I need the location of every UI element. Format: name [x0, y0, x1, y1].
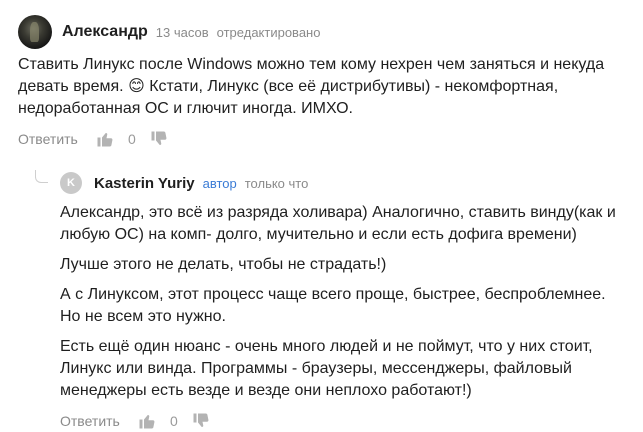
- thumbs-up-icon[interactable]: [138, 412, 156, 430]
- like-count: 0: [127, 131, 136, 147]
- author-name[interactable]: Александр: [62, 23, 148, 41]
- thumbs-down-icon[interactable]: [150, 130, 168, 148]
- avatar[interactable]: K: [60, 172, 82, 194]
- edited-label: отредактировано: [216, 24, 321, 40]
- author-name[interactable]: Kasterin Yuriy: [94, 175, 195, 192]
- comment: Александр 13 часов отредактировано Стави…: [18, 14, 628, 150]
- reply-button[interactable]: Ответить: [60, 413, 120, 429]
- reply-comment: K Kasterin Yuriy автор только что Алекса…: [60, 170, 630, 432]
- reply-paragraph: А с Линуксом, этот процесс чаще всего пр…: [60, 286, 606, 325]
- author-badge: автор: [202, 175, 237, 191]
- thumbs-up-icon[interactable]: [96, 130, 114, 148]
- avatar[interactable]: [18, 15, 52, 49]
- thread-connector: [35, 170, 48, 183]
- reply-paragraph: Александр, это всё из разряда холивара) …: [60, 204, 616, 243]
- comment-time: 13 часов: [155, 24, 209, 40]
- reply-paragraph: Лучше этого не делать, чтобы не страдать…: [60, 256, 387, 273]
- thumbs-down-icon[interactable]: [192, 412, 210, 430]
- comment-time: только что: [244, 175, 309, 191]
- reply-text: Александр, это всё из разряда холивара) …: [60, 202, 630, 402]
- comment-actions: Ответить 0: [18, 128, 628, 150]
- reply-paragraph: Есть ещё один нюанс - очень много людей …: [60, 338, 593, 399]
- reply-actions: Ответить 0: [60, 410, 630, 432]
- reply-header: K Kasterin Yuriy автор только что: [60, 170, 630, 196]
- comment-text: Ставить Линукс после Windows можно тем к…: [18, 56, 605, 117]
- like-count: 0: [169, 413, 178, 429]
- reply-button[interactable]: Ответить: [18, 131, 78, 147]
- comment-header: Александр 13 часов отредактировано: [18, 14, 628, 50]
